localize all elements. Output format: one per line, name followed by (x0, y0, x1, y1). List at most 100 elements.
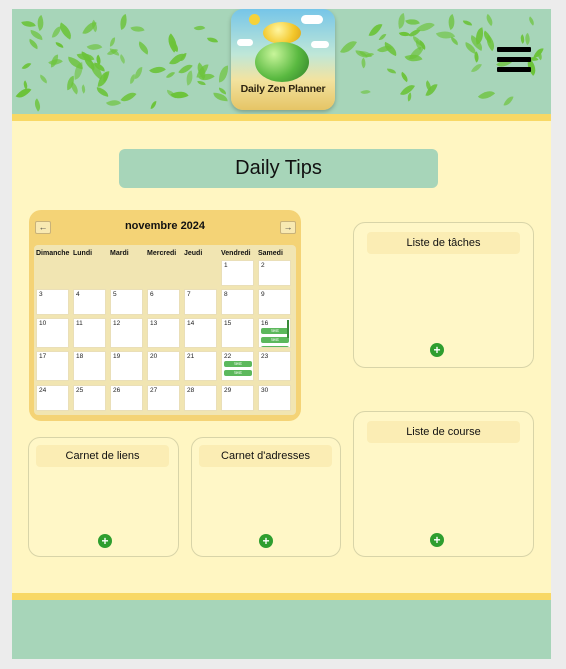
calendar-day[interactable]: 14 (184, 318, 217, 348)
addresses-card: Carnet d'adresses + (191, 437, 341, 557)
calendar-day[interactable]: 29 (221, 385, 254, 411)
leaf-icon (21, 60, 32, 72)
calendar-day-number: 5 (113, 291, 117, 298)
calendar-day[interactable]: 2 (258, 260, 291, 286)
calendar-day[interactable]: 10 (36, 318, 69, 348)
tasks-add-button[interactable]: + (430, 343, 444, 357)
weekday-header: Vendredi (221, 250, 251, 257)
calendar-day-number: 25 (76, 387, 84, 394)
calendar-event[interactable]: test (224, 361, 252, 367)
leaf-icon (166, 69, 176, 80)
tasks-card: Liste de tâches + (353, 222, 534, 368)
calendar-day-number: 29 (224, 387, 232, 394)
calendar-day[interactable]: 3 (36, 289, 69, 315)
calendar-day[interactable]: 12 (110, 318, 143, 348)
leaf-icon (449, 36, 460, 46)
header-stripe (12, 114, 551, 121)
app-logo[interactable]: Daily Zen Planner (231, 9, 335, 110)
calendar-day[interactable]: 17 (36, 351, 69, 381)
calendar-day[interactable]: 11 (73, 318, 106, 348)
weekday-header: Jeudi (184, 250, 203, 257)
leaf-icon (117, 54, 128, 65)
calendar-day[interactable]: 28 (184, 385, 217, 411)
calendar-day-number: 26 (113, 387, 121, 394)
leaf-icon (405, 15, 420, 28)
weekday-header: Dimanche (36, 250, 70, 257)
calendar-day-number: 23 (261, 353, 269, 360)
leaf-icon (163, 33, 182, 53)
calendar-day-number: 21 (187, 353, 195, 360)
calendar-day[interactable]: 23 (258, 351, 291, 381)
leaf-icon (51, 25, 62, 39)
calendar-day-scrollbar[interactable] (287, 320, 289, 338)
calendar-day[interactable]: 18 (73, 351, 106, 381)
calendar-day[interactable]: 30 (258, 385, 291, 411)
leaf-icon (55, 42, 65, 48)
calendar-day-number: 2 (261, 262, 265, 269)
calendar-day[interactable]: 4 (73, 289, 106, 315)
calendar-event[interactable]: test (261, 328, 289, 334)
calendar-event[interactable]: test (224, 370, 252, 376)
calendar-day[interactable]: 9 (258, 289, 291, 315)
leaf-icon (109, 37, 116, 47)
tasks-card-title: Liste de tâches (367, 232, 520, 254)
hamburger-menu-button[interactable] (497, 47, 531, 75)
hamburger-icon-bar (497, 67, 531, 72)
calendar-day[interactable]: 27 (147, 385, 180, 411)
calendar-day[interactable]: 16testtesttest (258, 318, 291, 348)
calendar-next-button[interactable]: → (280, 221, 296, 234)
calendar-day[interactable]: 1 (221, 260, 254, 286)
calendar-day[interactable]: 26 (110, 385, 143, 411)
shopping-card-title: Liste de course (367, 421, 520, 443)
leaf-icon (130, 23, 145, 35)
calendar-day[interactable]: 25 (73, 385, 106, 411)
calendar-day[interactable]: 6 (147, 289, 180, 315)
leaf-icon (387, 67, 397, 74)
calendar-day[interactable]: 20 (147, 351, 180, 381)
addresses-add-button[interactable]: + (259, 534, 273, 548)
calendar-day[interactable]: 19 (110, 351, 143, 381)
calendar-day[interactable]: 22 test test (221, 351, 254, 381)
shopping-add-button[interactable]: + (430, 533, 444, 547)
calendar: ← novembre 2024 → Dimanche Lundi Mardi Merc… (29, 210, 301, 421)
calendar-day-number: 6 (150, 291, 154, 298)
leaf-icon (478, 86, 496, 104)
calendar-day[interactable]: 13 (147, 318, 180, 348)
leaf-icon (483, 14, 497, 27)
calendar-day[interactable]: 7 (184, 289, 217, 315)
leaf-icon (106, 96, 122, 110)
leaf-icon (26, 38, 40, 49)
hamburger-icon-bar (497, 57, 531, 62)
calendar-event[interactable]: test (261, 337, 289, 343)
leaf-icon (217, 65, 229, 83)
calendar-day[interactable]: 8 (221, 289, 254, 315)
header: Daily Zen Planner (12, 9, 551, 114)
leaf-icon (378, 31, 387, 42)
leaf-icon (194, 23, 206, 34)
leaf-icon (15, 84, 32, 102)
cloud-icon (311, 41, 329, 48)
calendar-grid: Dimanche Lundi Mardi Mercredi Jeudi Vendredi S… (34, 245, 296, 415)
leaf-icon (444, 14, 459, 31)
calendar-day-number: 22 (224, 353, 232, 360)
calendar-day-number: 16 (261, 320, 269, 327)
calendar-month-label: novembre 2024 (124, 220, 206, 232)
links-add-button[interactable]: + (98, 534, 112, 548)
calendar-prev-button[interactable]: ← (35, 221, 51, 234)
leaf-icon (471, 61, 483, 75)
leaf-icon (79, 83, 88, 94)
calendar-day[interactable]: 15 (221, 318, 254, 348)
leaf-icon (117, 13, 131, 30)
calendar-day[interactable]: 5 (110, 289, 143, 315)
page-title: Daily Tips (119, 149, 438, 188)
footer-stripe (12, 593, 551, 600)
calendar-day[interactable]: 21 (184, 351, 217, 381)
calendar-day[interactable]: 24 (36, 385, 69, 411)
shopping-card: Liste de course + (353, 411, 534, 557)
calendar-event[interactable]: test (261, 346, 289, 347)
calendar-day-number: 8 (224, 291, 228, 298)
leaf-icon (20, 18, 36, 30)
calendar-day-number: 1 (224, 262, 228, 269)
yellow-stone-icon (263, 22, 301, 44)
calendar-day-number: 10 (39, 320, 47, 327)
